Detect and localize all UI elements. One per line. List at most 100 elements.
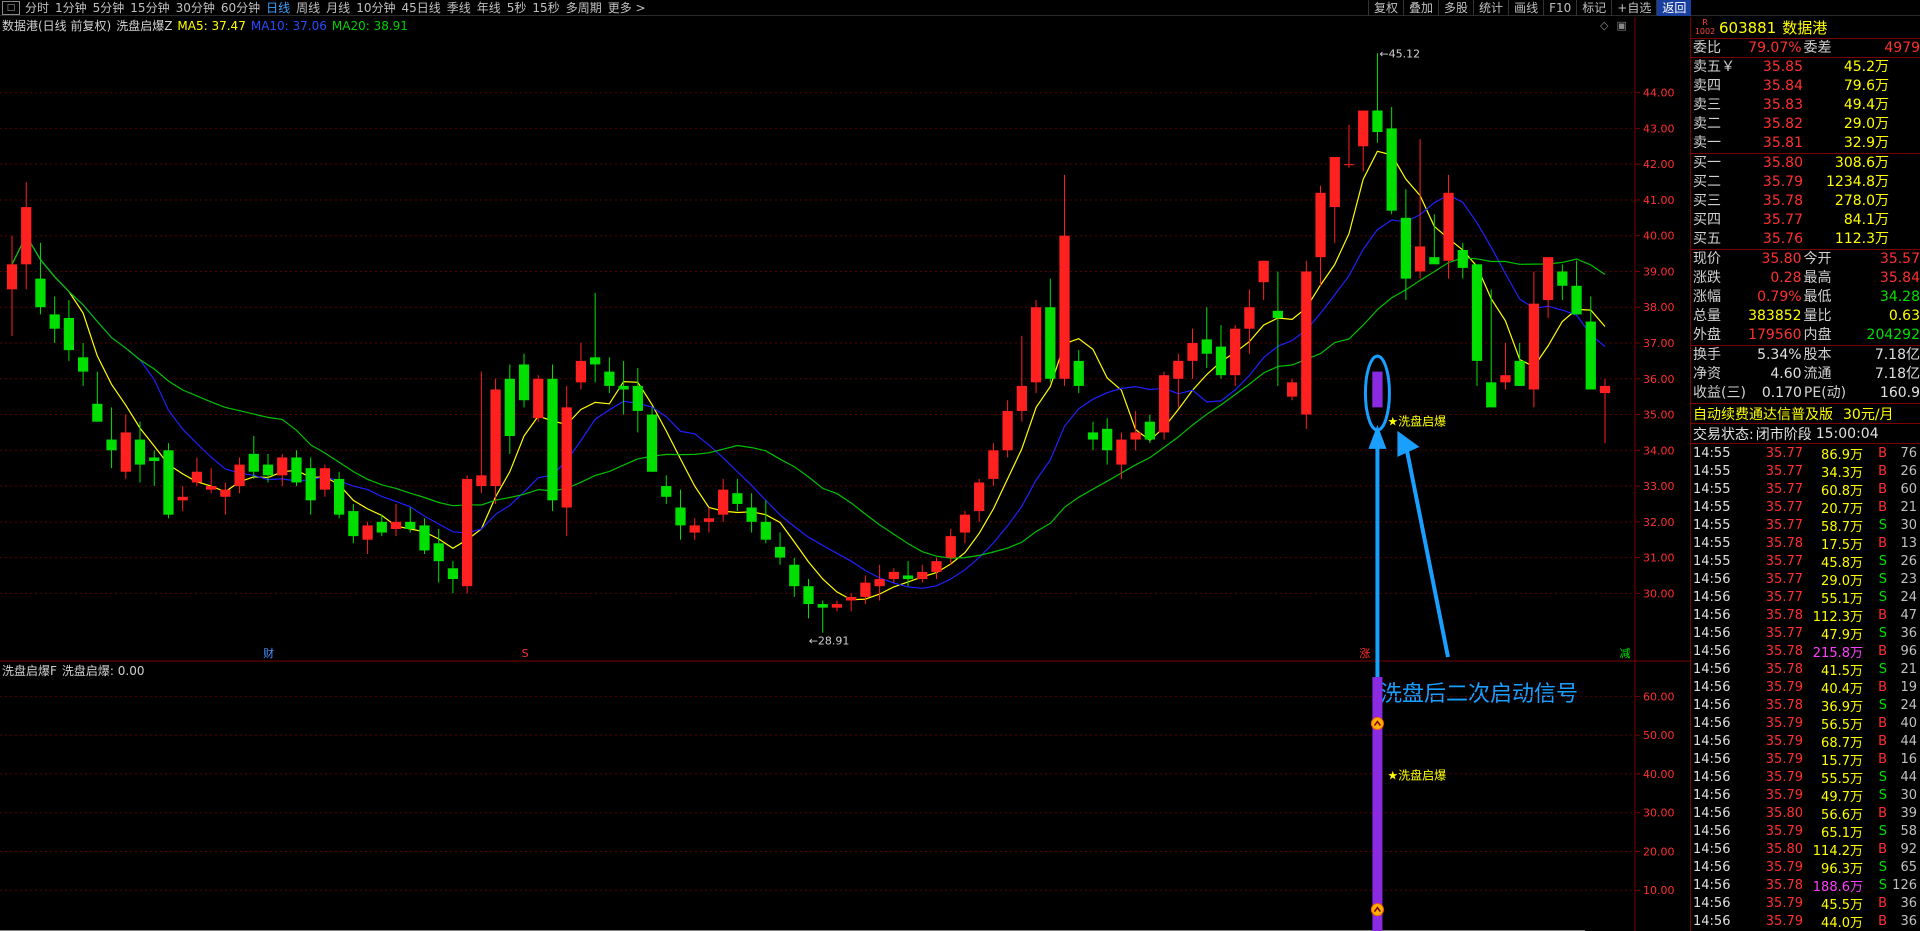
tick-count: 13 <box>1900 535 1917 551</box>
tick-count: 47 <box>1900 607 1917 623</box>
buy-row[interactable]: 买一 35.80 308.6万 <box>1691 154 1920 173</box>
tick-count: 126 <box>1892 877 1917 893</box>
candle-body <box>874 579 885 587</box>
tab-period-3[interactable]: 15分钟 <box>127 0 172 16</box>
sell-row[interactable]: 卖一 35.81 32.9万 <box>1691 134 1920 153</box>
tab-period-12[interactable]: 年线 <box>474 0 504 16</box>
legend-ma5: MA5: 37.47 <box>177 19 246 33</box>
tab-period-5[interactable]: 60分钟 <box>218 0 263 16</box>
tool-button-7[interactable]: +自选 <box>1611 0 1656 16</box>
candle-body <box>760 521 771 540</box>
price-stat-row: 总量 383852 量比 0.63 <box>1691 307 1920 326</box>
tab-period-8[interactable]: 月线 <box>323 0 353 16</box>
menu-icon[interactable]: □ <box>2 1 20 15</box>
price-stats: 现价 35.80 今开 35.57 涨跌 0.28 最高 35.84 涨幅 0.79% 最低 34.2… <box>1691 250 1920 346</box>
signal-top-marker <box>1370 717 1384 731</box>
sub-legend-name[interactable]: 洗盘启爆F <box>2 664 57 678</box>
candle-body <box>575 360 587 383</box>
tick-side: B <box>1878 643 1887 659</box>
sell-price: 35.81 <box>1762 135 1803 151</box>
tick-time: 14:56 <box>1693 859 1731 875</box>
tab-period-13[interactable]: 5秒 <box>504 0 530 16</box>
tool-button-4[interactable]: 画线 <box>1508 0 1543 16</box>
tool-button-3[interactable]: 统计 <box>1473 0 1508 16</box>
stat-value: 0.63 <box>1888 308 1920 324</box>
diamond-icon[interactable]: ◇ <box>1600 19 1608 32</box>
tick-count: 21 <box>1900 661 1917 677</box>
tick-price: 35.79 <box>1765 733 1803 749</box>
tick-price: 35.77 <box>1765 517 1803 533</box>
tick-time: 14:56 <box>1693 877 1731 893</box>
buy-label: 买三 <box>1693 193 1721 209</box>
buy-row[interactable]: 买三 35.78 278.0万 <box>1691 192 1920 211</box>
tick-time: 14:56 <box>1693 913 1731 929</box>
candle-body <box>917 571 928 580</box>
kline-chart[interactable]: 30.00 31.00 32.00 33.00 34.00 35.00 36.00 37.00… <box>0 17 1690 931</box>
tab-period-15[interactable]: 多周期 <box>563 0 605 16</box>
buy-row[interactable]: 买五 35.76 112.3万 <box>1691 230 1920 249</box>
stat-label: 股本 <box>1803 347 1832 363</box>
tick-volume: 68.7万 <box>1821 735 1863 751</box>
tool-button-1[interactable]: 叠加 <box>1403 0 1438 16</box>
sell-book: 卖五￥ 35.85 45.2万 卖四 35.84 79.6万 卖三 35.83 49.4万 卖二 3… <box>1691 58 1920 154</box>
ad-price[interactable]: 30元/月 <box>1843 404 1894 424</box>
candle-body <box>362 525 373 540</box>
tab-period-9[interactable]: 10分钟 <box>353 0 398 16</box>
candle-body <box>1030 307 1042 383</box>
candle-body <box>191 471 203 483</box>
sell-price: 35.82 <box>1762 116 1803 132</box>
tool-button-5[interactable]: F10 <box>1543 0 1576 16</box>
candle-body <box>1429 257 1440 265</box>
tick-count: 24 <box>1900 589 1917 605</box>
tick-price: 35.78 <box>1765 661 1803 677</box>
sell-row[interactable]: 卖四 35.84 79.6万 <box>1691 77 1920 96</box>
window-icon[interactable]: ▣ <box>1616 19 1626 32</box>
tab-period-0[interactable]: 分时 <box>22 0 52 16</box>
stat-label: PE(动) <box>1803 385 1847 401</box>
tick-side: S <box>1878 589 1887 605</box>
tick-time: 14:55 <box>1693 481 1731 497</box>
tick-list[interactable]: 14:55 35.77 86.9万 B 76 14:55 35.77 34.3万 B 26 14:5… <box>1691 444 1920 931</box>
tab-period-4[interactable]: 30分钟 <box>173 0 218 16</box>
tab-period-16[interactable]: 更多 > <box>605 0 649 16</box>
buy-row[interactable]: 买二 35.79 1234.8万 <box>1691 173 1920 192</box>
tab-period-11[interactable]: 季线 <box>444 0 474 16</box>
tick-volume: 49.7万 <box>1821 789 1863 805</box>
tick-price: 35.79 <box>1765 769 1803 785</box>
y-tick-label: 37.00 <box>1643 337 1675 350</box>
tick-time: 14:55 <box>1693 535 1731 551</box>
tick-row: 14:56 35.79 49.7万 S 30 <box>1691 786 1920 805</box>
candle-body <box>817 604 828 608</box>
tick-volume: 96.3万 <box>1821 861 1863 877</box>
ad-row[interactable]: 自动续费通达信普及版 30元/月 <box>1691 404 1920 424</box>
tick-volume: 60.8万 <box>1821 483 1863 499</box>
tick-count: 40 <box>1900 715 1917 731</box>
buy-row[interactable]: 买四 35.77 84.1万 <box>1691 211 1920 230</box>
sell-row[interactable]: 卖五￥ 35.85 45.2万 <box>1691 58 1920 77</box>
legend-indicator[interactable]: 洗盘启爆Z <box>116 19 172 33</box>
candle-body <box>1358 110 1369 147</box>
sell-row[interactable]: 卖二 35.82 29.0万 <box>1691 115 1920 134</box>
stat-label: 涨幅 <box>1693 289 1721 305</box>
tick-price: 35.78 <box>1765 535 1803 551</box>
tick-count: 36 <box>1900 625 1917 641</box>
tab-period-6[interactable]: 日线 <box>263 0 293 16</box>
sub-y-tick-label: 50.00 <box>1643 729 1675 742</box>
tool-button-6[interactable]: 标记 <box>1576 0 1611 16</box>
tab-period-1[interactable]: 1分钟 <box>52 0 90 16</box>
tab-period-7[interactable]: 周线 <box>293 0 323 16</box>
candle-body <box>1486 382 1497 408</box>
ad-text[interactable]: 自动续费通达信普及版 <box>1693 404 1833 424</box>
candle-body <box>1386 128 1397 211</box>
tab-period-2[interactable]: 5分钟 <box>90 0 128 16</box>
candle-body <box>846 596 857 601</box>
tab-period-10[interactable]: 45日线 <box>398 0 443 16</box>
sell-volume: 49.4万 <box>1843 97 1889 113</box>
tab-period-14[interactable]: 15秒 <box>529 0 562 16</box>
tool-button-2[interactable]: 多股 <box>1438 0 1473 16</box>
candle-body <box>490 389 501 487</box>
tool-button-0[interactable]: 复权 <box>1368 0 1403 16</box>
sell-row[interactable]: 卖三 35.83 49.4万 <box>1691 96 1920 115</box>
candle-body <box>988 450 999 479</box>
tool-button-8[interactable]: 返回 <box>1656 0 1692 16</box>
